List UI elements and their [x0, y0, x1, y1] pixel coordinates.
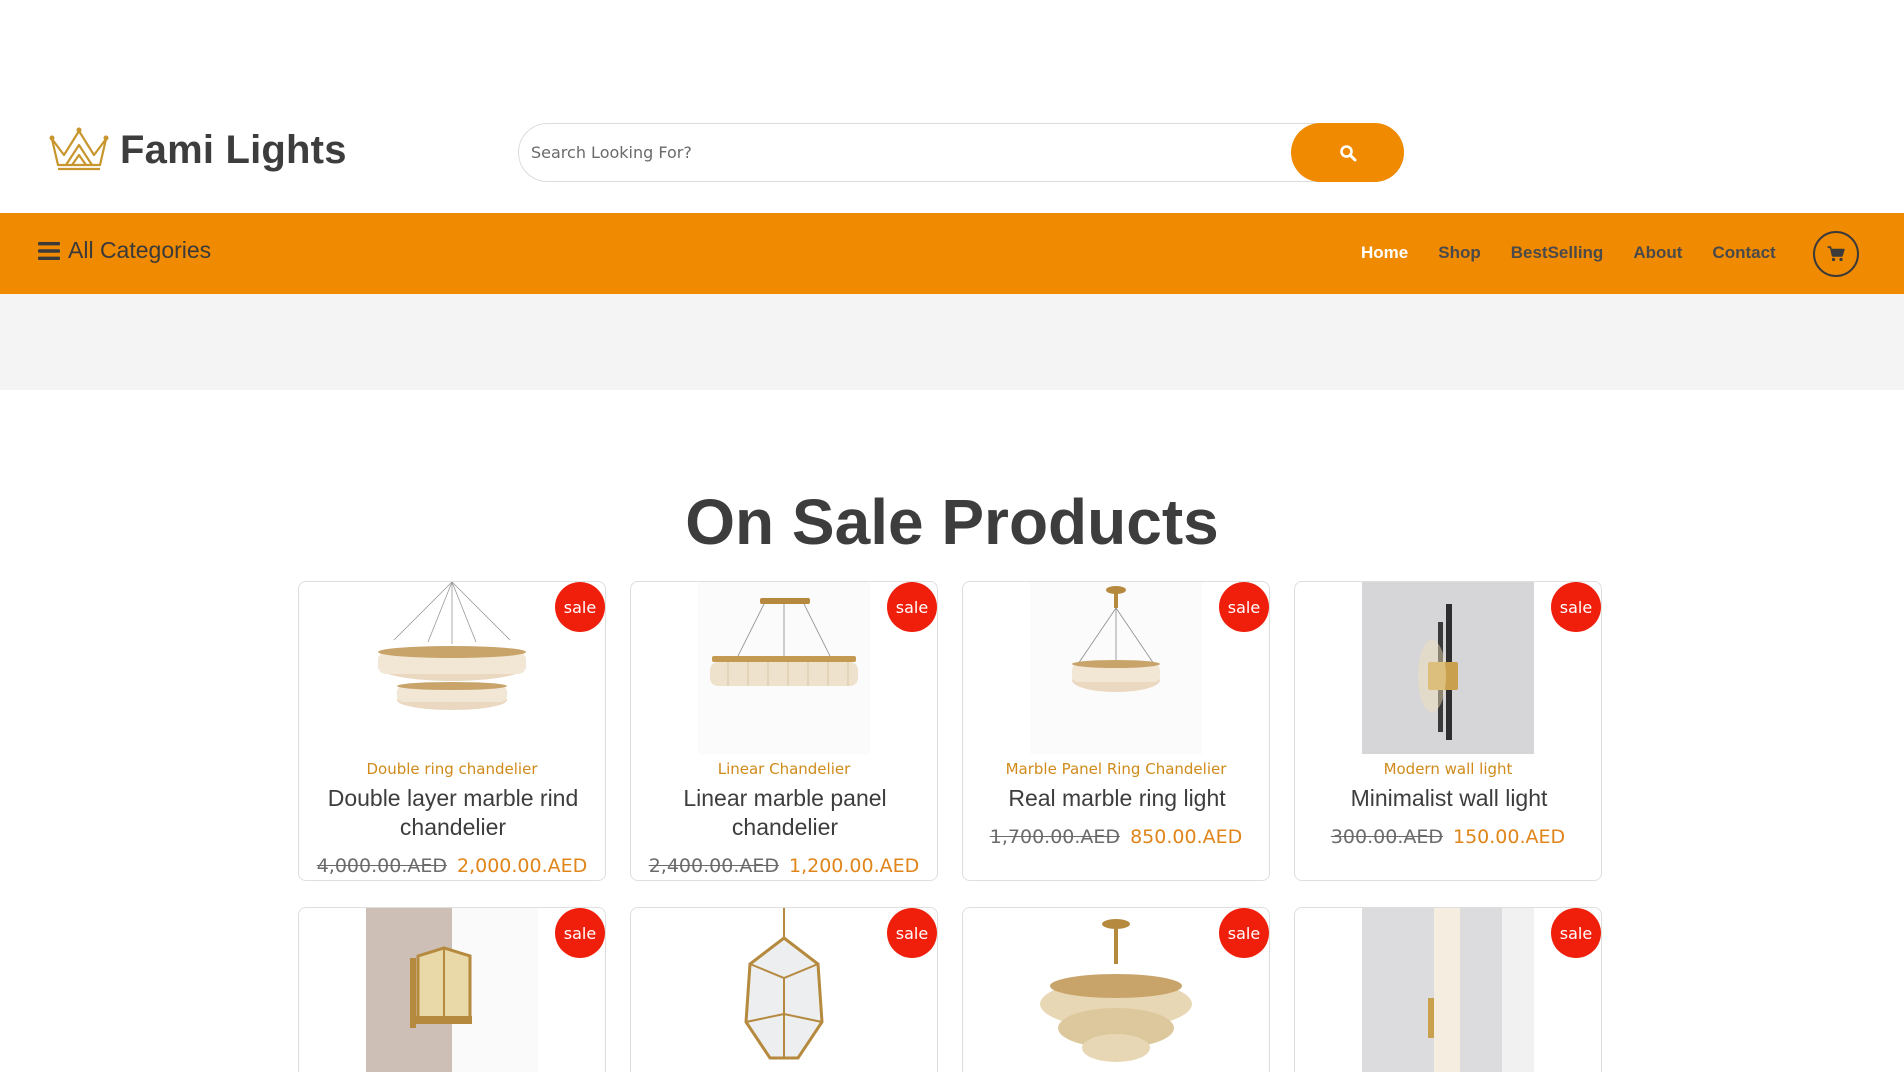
- nav-link-shop[interactable]: Shop: [1438, 243, 1481, 263]
- product-image: [1030, 908, 1202, 1072]
- product-card[interactable]: sale: [962, 907, 1270, 1072]
- cart-icon: [1827, 246, 1845, 262]
- product-prices: 1,700.00.AED 850.00.AED: [963, 826, 1269, 848]
- product-prices: 4,000.00.AED 2,000.00.AED: [299, 855, 605, 877]
- product-card[interactable]: sale Linear Chandelier Linear marble pan…: [630, 581, 938, 881]
- product-name[interactable]: Linear marble panel chandelier: [645, 784, 925, 842]
- product-image: [698, 908, 870, 1072]
- sale-badge: sale: [1551, 908, 1601, 958]
- search-bar: [518, 123, 1404, 182]
- search-input[interactable]: [531, 132, 1271, 173]
- product-image: [366, 908, 538, 1072]
- cart-button[interactable]: [1813, 231, 1859, 277]
- search-icon: [1339, 144, 1356, 161]
- sale-badge: sale: [1219, 908, 1269, 958]
- sale-price: 150.00.AED: [1453, 826, 1566, 848]
- product-name[interactable]: Double layer marble rind chandelier: [313, 784, 593, 842]
- sale-price: 1,200.00.AED: [789, 855, 920, 877]
- logo[interactable]: Fami Lights: [48, 125, 347, 175]
- hamburger-icon: [38, 241, 60, 260]
- product-prices: 2,400.00.AED 1,200.00.AED: [631, 855, 937, 877]
- product-category[interactable]: Modern wall light: [1295, 760, 1601, 778]
- all-categories-button[interactable]: All Categories: [38, 237, 211, 264]
- all-categories-label: All Categories: [68, 237, 212, 263]
- product-card[interactable]: sale Modern wall light Minimalist wall l…: [1294, 581, 1602, 881]
- nav-link-home[interactable]: Home: [1361, 243, 1408, 263]
- product-name[interactable]: Minimalist wall light: [1309, 784, 1589, 813]
- nav-links: Home Shop BestSelling About Contact: [1361, 243, 1806, 263]
- brand-name: Fami Lights: [120, 127, 347, 172]
- old-price: 2,400.00.AED: [648, 855, 779, 877]
- crown-icon: [49, 127, 109, 171]
- product-card[interactable]: sale: [298, 907, 606, 1072]
- product-name[interactable]: Real marble ring light: [977, 784, 1257, 813]
- sale-badge: sale: [1219, 582, 1269, 632]
- hero-band: [0, 294, 1904, 390]
- sale-badge: sale: [887, 908, 937, 958]
- old-price: 4,000.00.AED: [316, 855, 447, 877]
- nav-link-contact[interactable]: Contact: [1712, 243, 1775, 263]
- product-card[interactable]: sale Marble Panel Ring Chandelier Real m…: [962, 581, 1270, 881]
- product-card[interactable]: sale: [630, 907, 938, 1072]
- product-category[interactable]: Double ring chandelier: [299, 760, 605, 778]
- section-title: On Sale Products: [685, 486, 1219, 558]
- product-image: [366, 582, 538, 754]
- sale-badge: sale: [555, 908, 605, 958]
- search-button[interactable]: [1291, 123, 1404, 182]
- old-price: 1,700.00.AED: [989, 826, 1121, 848]
- product-image: [1362, 582, 1534, 754]
- sale-badge: sale: [555, 582, 605, 632]
- old-price: 300.00.AED: [1330, 826, 1443, 848]
- product-image: [698, 582, 870, 754]
- nav-link-about[interactable]: About: [1633, 243, 1682, 263]
- main-navbar: All Categories Home Shop BestSelling Abo…: [0, 213, 1904, 294]
- product-image: [1362, 908, 1534, 1072]
- product-category[interactable]: Linear Chandelier: [631, 760, 937, 778]
- sale-price: 2,000.00.AED: [457, 855, 588, 877]
- site-header: Fami Lights: [0, 0, 1904, 213]
- nav-link-bestselling[interactable]: BestSelling: [1511, 243, 1604, 263]
- product-card[interactable]: sale Double ring chandelier Double layer…: [298, 581, 606, 881]
- product-prices: 300.00.AED 150.00.AED: [1295, 826, 1601, 848]
- product-category[interactable]: Marble Panel Ring Chandelier: [963, 760, 1269, 778]
- sale-badge: sale: [887, 582, 937, 632]
- product-image: [1030, 582, 1202, 754]
- product-card[interactable]: sale: [1294, 907, 1602, 1072]
- sale-badge: sale: [1551, 582, 1601, 632]
- sale-price: 850.00.AED: [1130, 826, 1243, 848]
